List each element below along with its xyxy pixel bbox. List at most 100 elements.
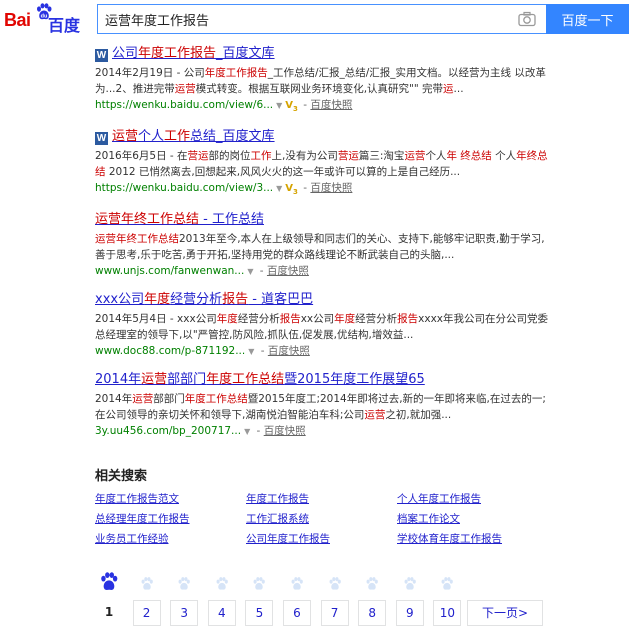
title-segment: 工作 [164, 129, 191, 144]
camera-icon[interactable] [518, 11, 536, 27]
page-2[interactable]: 2 [132, 600, 161, 626]
result-title-link[interactable]: 运营年终工作总结 - 工作总结 [95, 212, 555, 228]
dropdown-arrow-icon[interactable]: ▼ [247, 267, 253, 276]
pager-paw-current-icon [99, 572, 119, 596]
page-9[interactable]: 9 [395, 600, 424, 626]
search-result: W 公司年度工作报告_百度文库 2014年2月19日 - 公司年度工作报告_工作总结… [95, 46, 555, 117]
title-segment: 年度 [144, 292, 171, 307]
title-segment: 公司 [112, 46, 139, 61]
abstract-segment: 运营 [364, 409, 386, 421]
separator-dash: - [299, 182, 311, 194]
dropdown-arrow-icon[interactable]: ▼ [276, 101, 282, 110]
logo-text-bai: Bai [4, 10, 31, 30]
result-url[interactable]: https://wenku.baidu.com/view/3... [95, 182, 273, 194]
abstract-segment: 部的岗位 [208, 150, 251, 162]
dropdown-arrow-icon[interactable]: ▼ [276, 184, 282, 193]
title-segment: 运营年终工作总结 [95, 212, 200, 227]
pager-paw-icon [328, 576, 342, 595]
page-6[interactable]: 6 [283, 600, 311, 626]
page-7[interactable]: 7 [320, 600, 349, 626]
result-abstract: 2016年6月5日 - 在营运部的岗位工作上,没有为公司营运篇三:淘宝运营个人年… [95, 148, 555, 180]
pager-paw-icon [177, 576, 191, 595]
header: Bai du 百度 百度一下 [0, 0, 640, 40]
related-link[interactable]: 学校体育年度工作报告 [397, 531, 502, 546]
abstract-segment: 2014年2月19日 - 公司 [95, 67, 205, 79]
snapshot-link[interactable]: 百度快照 [310, 99, 352, 111]
related-link[interactable]: 业务员工作经验 [95, 531, 169, 546]
result-title-link[interactable]: xxx公司年度经营分析报告 - 道客巴巴 [95, 292, 555, 308]
search-input[interactable] [98, 5, 513, 33]
abstract-segment: 部部门 [153, 393, 185, 405]
page-3[interactable]: 3 [170, 600, 199, 626]
svg-text:du: du [41, 14, 48, 20]
page-10[interactable]: 10 [433, 600, 462, 626]
next-page-button[interactable]: 下一页> [467, 600, 543, 626]
related-link[interactable]: 总经理年度工作报告 [95, 511, 190, 526]
search-result: xxx公司年度经营分析报告 - 道客巴巴 2014年5月4日 - xxx公司年度经… [95, 292, 555, 360]
page-4[interactable]: 4 [207, 600, 236, 626]
pager-paw-icon [440, 576, 454, 595]
result-title-link[interactable]: W 公司年度工作报告_百度文库 [95, 46, 555, 62]
abstract-segment: 2014年 [95, 393, 133, 405]
abstract-segment: 工作 [250, 150, 272, 162]
page-5[interactable]: 5 [245, 600, 274, 626]
title-segment: - 工作总结 [199, 212, 264, 227]
result-url[interactable]: https://wenku.baidu.com/view/6... [95, 99, 273, 111]
abstract-segment: 运营 [404, 150, 426, 162]
abstract-segment: xx公司 [300, 313, 335, 325]
snapshot-link[interactable]: 百度快照 [264, 425, 306, 437]
result-url-line: www.doc88.com/p-871192... ▼ - 百度快照 [95, 343, 555, 360]
snapshot-link[interactable]: 百度快照 [310, 182, 352, 194]
abstract-segment: 2016年6月5日 - 在 [95, 150, 188, 162]
title-segment: - 道客巴巴 [248, 292, 314, 307]
result-url[interactable]: www.unjs.com/fanwenwan... [95, 265, 244, 277]
snapshot-link[interactable]: 百度快照 [268, 345, 310, 357]
search-results: W 公司年度工作报告_百度文库 2014年2月19日 - 公司年度工作报告_工作总结… [95, 46, 555, 452]
search-button[interactable]: 百度一下 [546, 4, 629, 34]
result-abstract: 2014年运营部部门年度工作总结暨2015年度工;2014年即将过去,新的一年即… [95, 391, 555, 423]
search-result: W 运营个人工作总结_百度文库 2016年6月5日 - 在营运部的岗位工作上,没有为… [95, 129, 555, 200]
title-segment: 2014年 [95, 372, 142, 387]
title-segment: 个人 [138, 129, 165, 144]
related-link[interactable]: 档案工作论文 [397, 511, 460, 526]
pager-paws [95, 572, 555, 596]
related-link[interactable]: 个人年度工作报告 [397, 491, 481, 506]
title-segment: 运营 [112, 129, 139, 144]
related-link[interactable]: 年度工作报告范文 [95, 491, 179, 506]
related-link[interactable]: 年度工作报告 [246, 491, 309, 506]
pager-paw-icon [403, 576, 417, 595]
dropdown-arrow-icon[interactable]: ▼ [248, 347, 254, 356]
abstract-segment: 年度 [334, 313, 356, 325]
snapshot-link[interactable]: 百度快照 [267, 265, 309, 277]
result-url[interactable]: www.doc88.com/p-871192... [95, 345, 245, 357]
page-8[interactable]: 8 [358, 600, 387, 626]
separator-dash: - [253, 425, 264, 437]
pager-pages: 1 2 3 4 5 6 7 8 9 10 下一页> [95, 600, 555, 626]
v3-badge-icon[interactable]: V3 [285, 183, 298, 196]
abstract-segment: 运 [443, 83, 454, 95]
related-link[interactable]: 工作汇报系统 [246, 511, 309, 526]
pager-paw-icon [290, 576, 304, 595]
abstract-segment: 2012 已悄然离去,回想起来,风风火火的这一年或许可以算的上是自己经历... [105, 166, 461, 178]
result-abstract: 运营年终工作总结2013年至今,本人在上级领导和同志们的关心、支持下,能够牢记职… [95, 231, 555, 263]
result-url[interactable]: 3y.uu456.com/bp_200717... [95, 425, 241, 437]
pager-paw-icon [140, 576, 154, 595]
result-title-link[interactable]: W 运营个人工作总结_百度文库 [95, 129, 555, 145]
title-segment: 报告 [222, 292, 249, 307]
related-link[interactable]: 公司年度工作报告 [246, 531, 330, 546]
abstract-segment: 年度工作总结 [184, 393, 248, 405]
result-url-line: https://wenku.baidu.com/view/6... ▼ V3 - 百… [95, 97, 555, 117]
result-url-line: https://wenku.baidu.com/view/3... ▼ V3 - 百… [95, 180, 555, 200]
result-abstract: 2014年5月4日 - xxx公司年度经营分析报告xx公司年度经营分析报告xxx… [95, 311, 555, 343]
v3-badge-icon[interactable]: V3 [285, 100, 298, 113]
title-segment: 暨2015年度工作展望65 [284, 372, 425, 387]
baidu-logo[interactable]: Bai du 百度 [4, 3, 92, 35]
result-title-link[interactable]: 2014年运营部部门年度工作总结暨2015年度工作展望65 [95, 372, 555, 388]
word-doc-icon: W [95, 49, 108, 62]
abstract-segment: 上,没有为公司 [271, 150, 338, 162]
dropdown-arrow-icon[interactable]: ▼ [244, 427, 250, 436]
word-doc-icon: W [95, 132, 108, 145]
title-segment: _百度文库 [216, 46, 275, 61]
page-1: 1 [95, 600, 123, 626]
title-segment: 部部门 [167, 372, 207, 387]
